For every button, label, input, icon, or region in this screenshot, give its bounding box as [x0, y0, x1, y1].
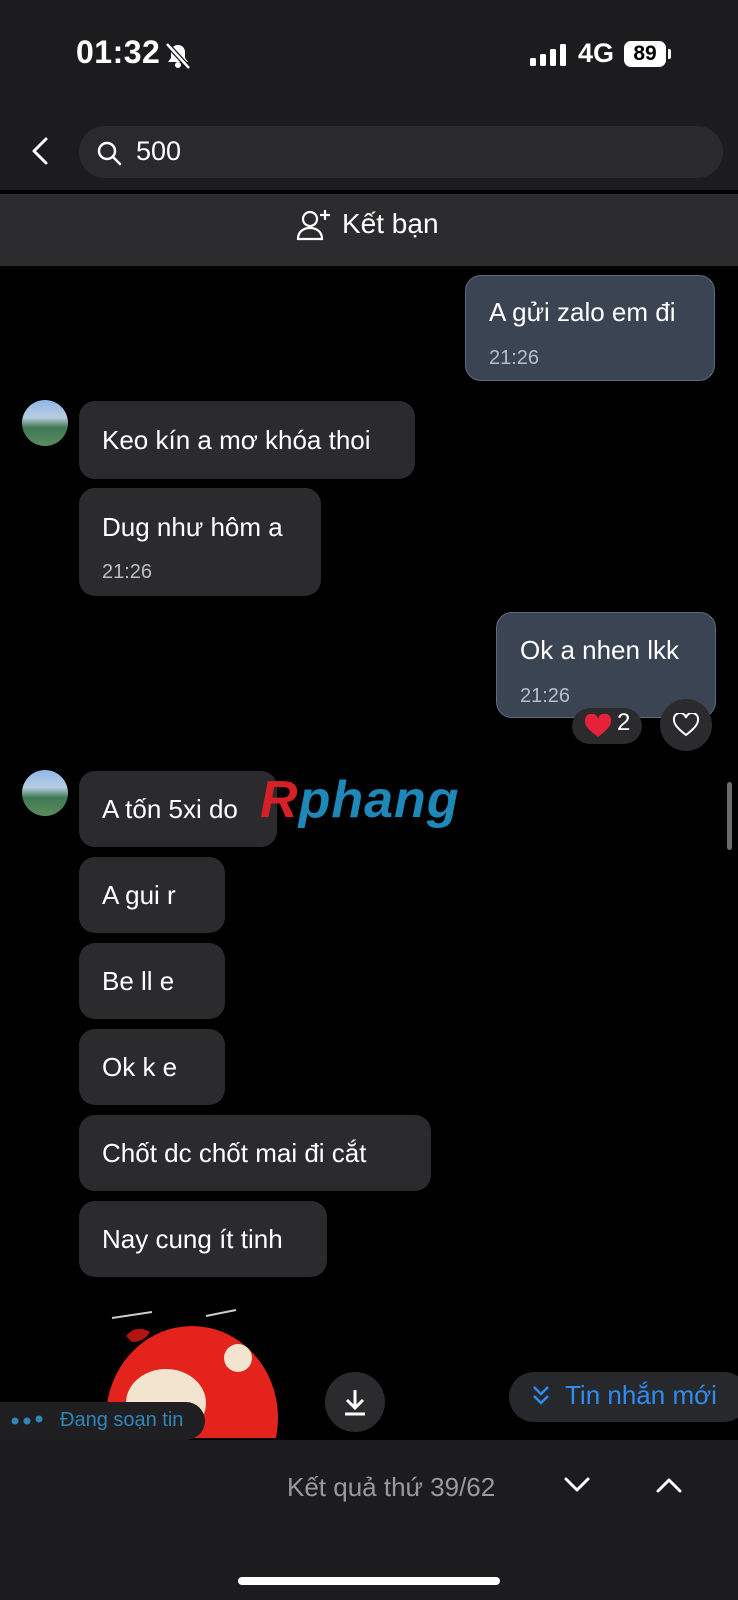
message-time: 21:26	[489, 347, 540, 369]
double-chevron-down-icon	[533, 1386, 549, 1405]
search-result-bar	[0, 1440, 738, 1600]
download-button[interactable]	[325, 1372, 385, 1432]
message-bubble-outgoing[interactable]: A gửi zalo em đi 21:26	[465, 275, 715, 381]
download-icon	[345, 1390, 365, 1416]
chevron-down-icon[interactable]	[563, 1476, 591, 1494]
status-time: 01:32	[76, 34, 161, 70]
message-text: A gửi zalo em đi	[489, 297, 676, 327]
chevron-up-icon[interactable]	[655, 1476, 683, 1494]
message-text: A tốn 5xi do	[102, 794, 238, 824]
message-text: Chốt dc chốt mai đi cắt	[102, 1138, 367, 1168]
watermark-letter: R	[260, 771, 299, 829]
react-button[interactable]	[660, 699, 712, 751]
message-bubble-incoming[interactable]: Chốt dc chốt mai đi cắt	[79, 1115, 431, 1191]
typing-label: Đang soạn tin	[60, 1409, 184, 1431]
message-text: Ok k e	[102, 1052, 178, 1082]
add-friend-icon	[296, 210, 330, 241]
message-text: Nay cung ít tinh	[102, 1224, 283, 1254]
home-indicator[interactable]	[238, 1577, 500, 1585]
message-bubble-incoming[interactable]: Nay cung ít tinh	[79, 1201, 327, 1277]
watermark-logo: Rphang	[260, 770, 460, 830]
message-text: Dug như hôm a	[102, 512, 283, 542]
add-friend-label: Kết bạn	[342, 208, 439, 239]
bell-slash-icon	[165, 42, 191, 70]
avatar[interactable]	[22, 400, 68, 446]
message-bubble-incoming[interactable]: A tốn 5xi do	[79, 771, 277, 847]
scrollbar[interactable]	[727, 782, 732, 850]
signal-icon	[530, 44, 566, 66]
message-bubble-incoming[interactable]: Ok k e	[79, 1029, 225, 1105]
search-input[interactable]: 500	[136, 136, 181, 167]
back-chevron-icon[interactable]	[28, 136, 52, 166]
new-messages-label: Tin nhắn mới	[565, 1380, 717, 1410]
reaction-count: 2	[617, 709, 631, 736]
watermark-text: phang	[298, 771, 460, 829]
heart-outline-icon	[672, 713, 700, 737]
search-icon	[97, 141, 122, 166]
avatar[interactable]	[22, 770, 68, 816]
typing-dots-icon	[11, 1415, 43, 1425]
message-time: 21:26	[520, 685, 571, 707]
message-text: Be ll e	[102, 966, 175, 996]
message-bubble-incoming[interactable]: Dug như hôm a 21:26	[79, 488, 321, 596]
message-bubble-incoming[interactable]: A gui r	[79, 857, 225, 933]
message-text: Keo kín a mơ khóa thoi	[102, 425, 371, 455]
message-bubble-incoming[interactable]: Be ll e	[79, 943, 225, 1019]
message-bubble-incoming[interactable]: Keo kín a mơ khóa thoi	[79, 401, 415, 479]
network-type: 4G	[578, 38, 615, 68]
battery-indicator: 89	[624, 41, 666, 67]
message-text: Ok a nhen lkk	[520, 635, 679, 665]
message-text: A gui r	[102, 880, 176, 910]
search-result-counter: Kết quả thứ 39/62	[287, 1472, 496, 1502]
battery-tip	[668, 49, 671, 59]
heart-icon	[584, 714, 612, 737]
message-time: 21:26	[102, 561, 153, 583]
